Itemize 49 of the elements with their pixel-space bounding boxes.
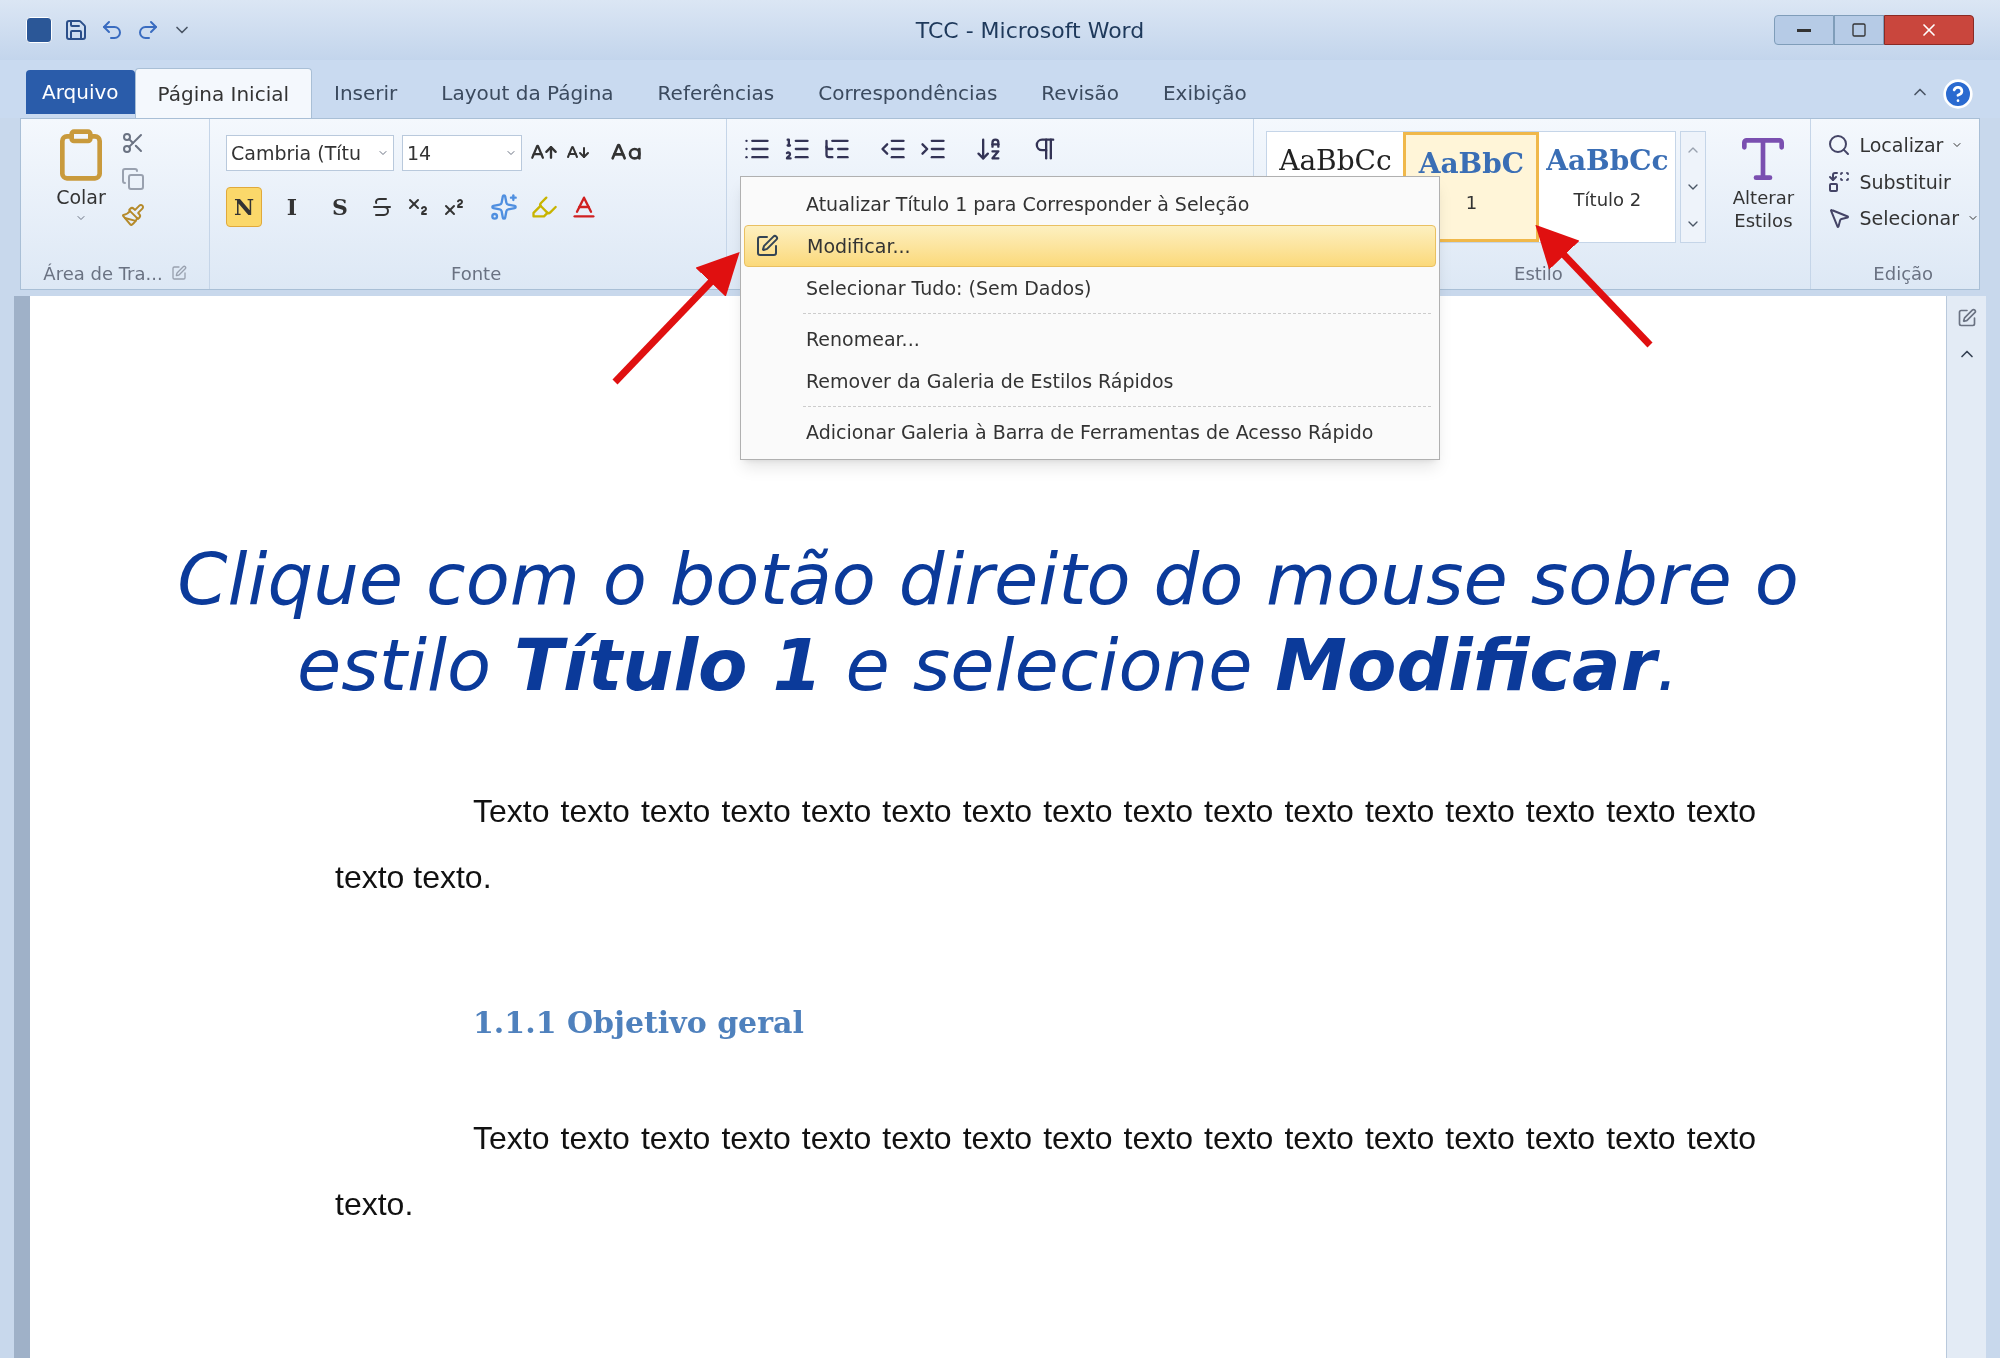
annotation-text: Clique com o botão direito do mouse sobre o estilo Título 1 e selecione Modificar. bbox=[176, 536, 1800, 708]
minimize-icon bbox=[1797, 28, 1811, 32]
replace-icon bbox=[1827, 169, 1852, 194]
close-button[interactable] bbox=[1884, 15, 1974, 45]
ribbon-tab[interactable]: Exibição bbox=[1140, 68, 1269, 118]
paste-button[interactable]: Colar bbox=[53, 127, 109, 224]
ribbon-tab[interactable]: Referências bbox=[635, 68, 797, 118]
save-icon[interactable] bbox=[64, 18, 88, 42]
format-button[interactable]: N bbox=[225, 187, 262, 227]
search-icon bbox=[1827, 133, 1852, 158]
ribbon-tab[interactable]: Layout da Página bbox=[419, 68, 636, 118]
redo-icon[interactable] bbox=[136, 18, 160, 42]
font-size-field[interactable]: 14 bbox=[401, 135, 522, 171]
body-paragraph: Texto texto texto texto texto texto texto texto texto texto texto texto texto texto texto texto texto. bbox=[335, 1119, 1756, 1224]
menu-item[interactable]: Renomear... bbox=[744, 318, 1436, 360]
help-icon[interactable] bbox=[1942, 78, 1974, 110]
cursor-icon bbox=[1827, 206, 1852, 231]
ribbon-tab[interactable]: Correspondências bbox=[796, 68, 1020, 118]
editing-button[interactable]: Substituir bbox=[1827, 167, 1979, 196]
maximize-button[interactable] bbox=[1834, 15, 1884, 45]
format-button[interactable]: S bbox=[321, 187, 358, 227]
section-heading: 1.1.1 Objetivo geral bbox=[472, 1004, 805, 1042]
editing-button[interactable]: Localizar bbox=[1827, 131, 1979, 160]
maximize-icon bbox=[1851, 22, 1867, 38]
group-label: Estilo bbox=[1514, 261, 1563, 286]
menu-item[interactable]: Selecionar Tudo: (Sem Dados) bbox=[744, 267, 1436, 309]
group-label: Edição bbox=[1873, 261, 1934, 286]
menu-item[interactable]: Adicionar Galeria à Barra de Ferramentas de Acesso Rápido bbox=[744, 411, 1436, 453]
format-painter-icon[interactable] bbox=[121, 203, 145, 227]
minimize-button[interactable] bbox=[1774, 15, 1834, 45]
style-item[interactable]: AaBbCc Título 2 bbox=[1539, 132, 1676, 242]
ribbon-tab[interactable]: Revisão bbox=[1019, 68, 1141, 118]
body-paragraph: Texto texto texto texto texto texto texto texto texto texto texto texto texto texto texto texto texto texto. bbox=[335, 792, 1756, 897]
file-tab[interactable]: Arquivo bbox=[26, 70, 135, 114]
text-effects-icon[interactable] bbox=[489, 193, 518, 221]
ribbon-tab[interactable]: Inserir bbox=[312, 68, 420, 118]
menu-item[interactable]: Modificar... bbox=[744, 225, 1436, 267]
change-styles-button[interactable]: Alterar Estilos bbox=[1718, 131, 1809, 232]
group-label: Fonte bbox=[450, 261, 502, 286]
format-button[interactable]: I bbox=[273, 187, 310, 227]
editing-button[interactable]: Selecionar bbox=[1827, 204, 1979, 233]
cut-icon[interactable] bbox=[121, 131, 145, 155]
modify-style-icon bbox=[755, 234, 779, 258]
font-name-field[interactable]: Cambria (Títu bbox=[225, 135, 394, 171]
menu-item[interactable]: Remover da Galeria de Estilos Rápidos bbox=[744, 360, 1436, 402]
window-title: TCC - Microsoft Word bbox=[915, 16, 1145, 45]
undo-icon[interactable] bbox=[100, 18, 124, 42]
group-label: Área de Tra... bbox=[43, 261, 163, 286]
ribbon-tab[interactable]: Página Inicial bbox=[134, 68, 313, 118]
